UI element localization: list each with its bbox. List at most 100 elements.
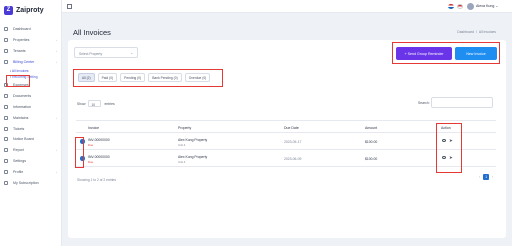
property-unit: Unit 4	[178, 143, 186, 147]
col-property[interactable]: Property	[178, 126, 191, 130]
sidebar: Z Zaiproty Dashboard Properties › Tenants…	[0, 0, 62, 246]
info-icon	[4, 104, 8, 109]
chevron-right-icon: ›	[56, 170, 57, 175]
col-amount[interactable]: Amount	[365, 126, 377, 130]
tab-overdue[interactable]: Overdue (0)	[184, 73, 211, 82]
sidebar-item-label: My Subscription	[13, 181, 39, 186]
highlight-box-action	[436, 123, 462, 173]
building-icon	[4, 38, 8, 43]
tab-pending[interactable]: Pending (0)	[120, 73, 146, 82]
search-label: Search:	[418, 101, 430, 105]
sidebar-item-label: Maintains	[13, 115, 29, 120]
sidebar-nav: Dashboard Properties › Tenants › Billing C…	[0, 24, 61, 188]
user-menu[interactable]: Alexa Kung ⌄	[476, 4, 498, 8]
breadcrumb-current: All Invoices	[478, 30, 496, 34]
document-icon	[4, 93, 8, 98]
entries-select[interactable]: 10	[88, 100, 102, 107]
user-name: Alexa Kung	[476, 4, 495, 8]
sidebar-item-information[interactable]: Information	[0, 101, 61, 112]
send-group-reminder-button[interactable]: + Send Group Reminder	[396, 47, 452, 60]
sidebar-item-billing-center[interactable]: Billing Center ›	[0, 57, 61, 68]
sidebar-item-label: Documents	[13, 93, 32, 98]
breadcrumb-separator: /	[475, 30, 477, 34]
col-invoice[interactable]: Invoice	[88, 126, 99, 130]
new-invoice-button[interactable]: New Invoice	[455, 47, 497, 60]
sidebar-item-label: Report	[13, 148, 24, 153]
wrench-icon	[4, 115, 8, 120]
prev-page-icon[interactable]: ‹	[479, 175, 480, 179]
sidebar-item-maintains[interactable]: Maintains ›	[0, 112, 61, 123]
status-badge: Due	[88, 160, 94, 164]
chevron-right-icon: ›	[56, 115, 57, 120]
page-title: All Invoices	[73, 28, 111, 37]
breadcrumb: Dashboard / All Invoices	[457, 30, 496, 34]
sidebar-item-label: Information	[13, 104, 31, 109]
dashboard-icon	[4, 27, 8, 32]
property-name: Alex Kung Property	[178, 155, 208, 159]
showing-entries-text: Showing 1 to 2 of 2 entries	[77, 178, 117, 182]
table-row: INV-00000000 Due Alex Kung Property Unit…	[76, 151, 496, 167]
user-icon	[4, 170, 8, 175]
sidebar-item-profile[interactable]: Profile ›	[0, 167, 61, 178]
sidebar-item-settings[interactable]: Settings	[0, 156, 61, 167]
pagination: ‹ 1 ›	[479, 174, 493, 180]
chevron-right-icon: ›	[56, 49, 57, 54]
tab-paid[interactable]: Paid (0)	[97, 73, 118, 82]
menu-grid-icon[interactable]	[67, 4, 72, 9]
sidebar-item-notice-board[interactable]: Notice Board	[0, 134, 61, 145]
sidebar-item-label: Billing Center	[13, 60, 35, 65]
chevron-right-icon: ›	[56, 148, 57, 153]
language-flag-icon[interactable]	[457, 4, 463, 9]
entries-label: entries	[104, 101, 115, 106]
sidebar-item-label: Properties	[13, 38, 30, 43]
entries-control: Show 10 entries	[77, 100, 115, 107]
us-flag-icon[interactable]	[448, 4, 454, 9]
brand-name: Zaiproty	[16, 6, 44, 14]
status-tabs: All (2) Paid (0) Pending (0) Bank Pendin…	[78, 73, 211, 82]
property-name: Alex Kung Property	[178, 138, 208, 142]
topbar: Alexa Kung ⌄	[62, 0, 512, 13]
status-badge: Due	[88, 143, 94, 147]
subscription-icon	[4, 181, 8, 186]
col-due-date[interactable]: Due Date	[284, 126, 299, 130]
tab-all[interactable]: All (2)	[78, 73, 95, 82]
sidebar-item-label: Settings	[13, 159, 26, 164]
amount: $100.00	[365, 140, 378, 144]
sidebar-item-label: Notice Board	[13, 137, 34, 142]
amount: $100.00	[365, 157, 378, 161]
sidebar-item-dashboard[interactable]: Dashboard	[0, 24, 61, 35]
due-date: 2023-06-09	[284, 157, 302, 161]
brand[interactable]: Z Zaiproty	[0, 0, 61, 16]
invoice-id[interactable]: INV-00000000	[88, 155, 110, 159]
sidebar-item-label: Dashboard	[13, 27, 31, 32]
sidebar-item-tenants[interactable]: Tenants ›	[0, 46, 61, 57]
avatar[interactable]	[467, 3, 474, 10]
due-date: 2023-05-17	[284, 140, 302, 144]
sidebar-item-label: Tickets	[13, 126, 25, 131]
invoice-id[interactable]: INV-00000000	[88, 138, 110, 142]
sidebar-item-my-subscription[interactable]: My Subscription	[0, 178, 61, 189]
sidebar-item-tickets[interactable]: Tickets	[0, 123, 61, 134]
chevron-right-icon: ›	[56, 38, 57, 43]
brand-logo-icon: Z	[4, 5, 13, 15]
breadcrumb-dashboard[interactable]: Dashboard	[457, 30, 474, 34]
sidebar-item-properties[interactable]: Properties ›	[0, 35, 61, 46]
sidebar-item-report[interactable]: Report ›	[0, 145, 61, 156]
report-icon	[4, 148, 8, 153]
page-number[interactable]: 1	[483, 174, 490, 180]
next-page-icon[interactable]: ›	[492, 175, 493, 179]
highlight-box-all-invoices	[6, 75, 30, 87]
property-select[interactable]: Select Property ⌄	[74, 47, 138, 58]
chevron-down-icon: ⌄	[130, 51, 133, 55]
users-icon	[4, 49, 8, 54]
property-unit: Unit 4	[178, 160, 186, 164]
billing-icon	[4, 60, 8, 65]
ticket-icon	[4, 126, 8, 131]
search-input[interactable]	[431, 97, 493, 108]
table-row: INV-00000000 Due Alex Kung Property Unit…	[76, 134, 496, 150]
gear-icon	[4, 159, 8, 164]
sidebar-item-documents[interactable]: Documents	[0, 90, 61, 101]
sidebar-item-label: Profile	[13, 170, 24, 175]
tab-bank-pending[interactable]: Bank Pending (0)	[148, 73, 182, 82]
table-header: Invoice Property Due Date Amount Action	[76, 120, 496, 133]
